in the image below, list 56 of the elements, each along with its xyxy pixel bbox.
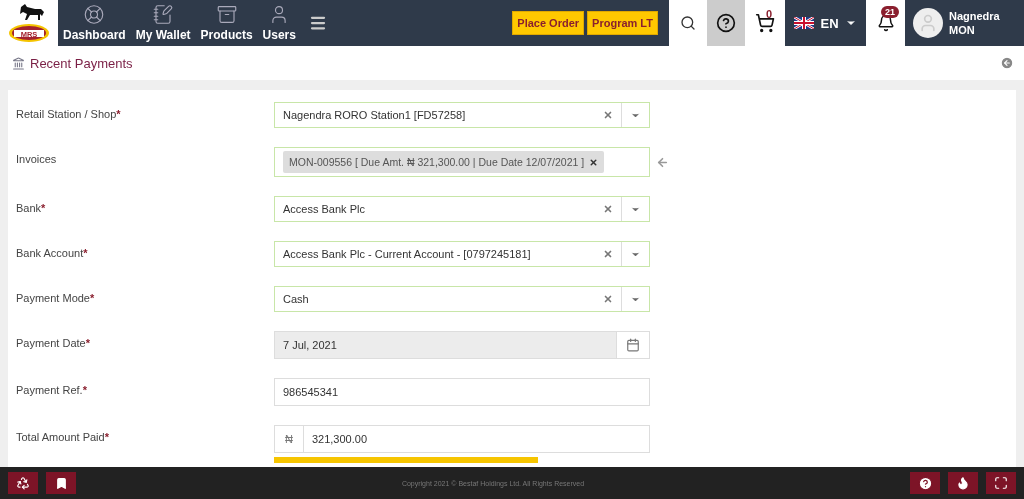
person-icon <box>918 13 938 33</box>
fullscreen-icon <box>994 476 1008 490</box>
clear-icon[interactable] <box>603 249 613 259</box>
flame-button[interactable] <box>948 472 978 494</box>
select-field[interactable]: Access Bank Plc - Current Account - [0797245181] <box>274 241 650 267</box>
user-org: MON <box>949 23 976 37</box>
notification-badge: 21 <box>881 6 899 18</box>
fullscreen-button[interactable] <box>986 472 1016 494</box>
select-field[interactable]: Nagendra RORO Station1 [FD57258] <box>274 102 650 128</box>
nav-item[interactable]: Dashboard <box>58 0 131 46</box>
currency-prefix: ₦ <box>275 426 304 452</box>
invoice-tag: MON-009556 [ Due Amt. ₦ 321,300.00 | Due Date 12/07/2021 ] <box>283 151 605 173</box>
language-selector[interactable]: EN <box>785 0 866 46</box>
notebook-icon <box>152 4 175 25</box>
user-name: Nagnedra <box>949 9 1000 23</box>
tags-field[interactable]: MON-009556 [ Due Amt. ₦ 321,300.00 | Due Date 12/07/2021 ] <box>274 147 650 177</box>
nav-item[interactable]: Users <box>257 0 301 46</box>
flame-icon <box>956 476 970 490</box>
back-icon[interactable] <box>1000 56 1014 70</box>
field-label: Payment Ref.* <box>16 383 88 396</box>
bell-icon[interactable] <box>876 14 895 32</box>
remove-icon[interactable] <box>589 157 599 167</box>
action-button[interactable]: Place Order <box>512 11 585 35</box>
recycle-button[interactable] <box>8 472 38 494</box>
flag-icon <box>794 17 815 29</box>
page-title: Recent Payments <box>30 55 133 71</box>
cart-count: 0 <box>766 8 773 20</box>
field-label: Invoices <box>16 152 58 165</box>
nav-item[interactable]: Products <box>195 0 258 46</box>
field-label: Payment Date* <box>16 336 91 349</box>
bookmark-icon <box>54 476 68 490</box>
search-icon[interactable] <box>680 15 696 31</box>
field-label: Total Amount Paid* <box>16 430 110 443</box>
bookmark-button[interactable] <box>46 472 76 494</box>
select-field[interactable]: Cash <box>274 286 650 312</box>
clear-icon[interactable] <box>603 110 613 120</box>
bank-icon <box>12 56 25 70</box>
help-icon[interactable] <box>716 13 736 33</box>
action-button[interactable]: Program LT <box>587 11 658 35</box>
amount-field[interactable]: ₦ 321,300.00 <box>274 425 650 453</box>
field-label: Bank Account* <box>16 246 89 259</box>
clear-icon[interactable] <box>603 294 613 304</box>
field-label: Payment Mode* <box>16 291 96 304</box>
avatar[interactable] <box>913 8 943 38</box>
clear-icon[interactable] <box>603 204 613 214</box>
input-field[interactable]: 986545341 <box>274 378 650 406</box>
help-button[interactable] <box>910 472 940 494</box>
select-field[interactable]: Access Bank Plc <box>274 196 650 222</box>
help-icon <box>917 475 933 491</box>
arrow-left-icon[interactable] <box>656 155 669 169</box>
box-icon <box>215 4 238 25</box>
recycle-icon <box>16 476 30 490</box>
field-label: Bank* <box>16 201 47 214</box>
field-label: Retail Station / Shop* <box>16 107 122 120</box>
menu-icon[interactable] <box>308 14 327 32</box>
nav-item[interactable]: My Wallet <box>130 0 196 46</box>
